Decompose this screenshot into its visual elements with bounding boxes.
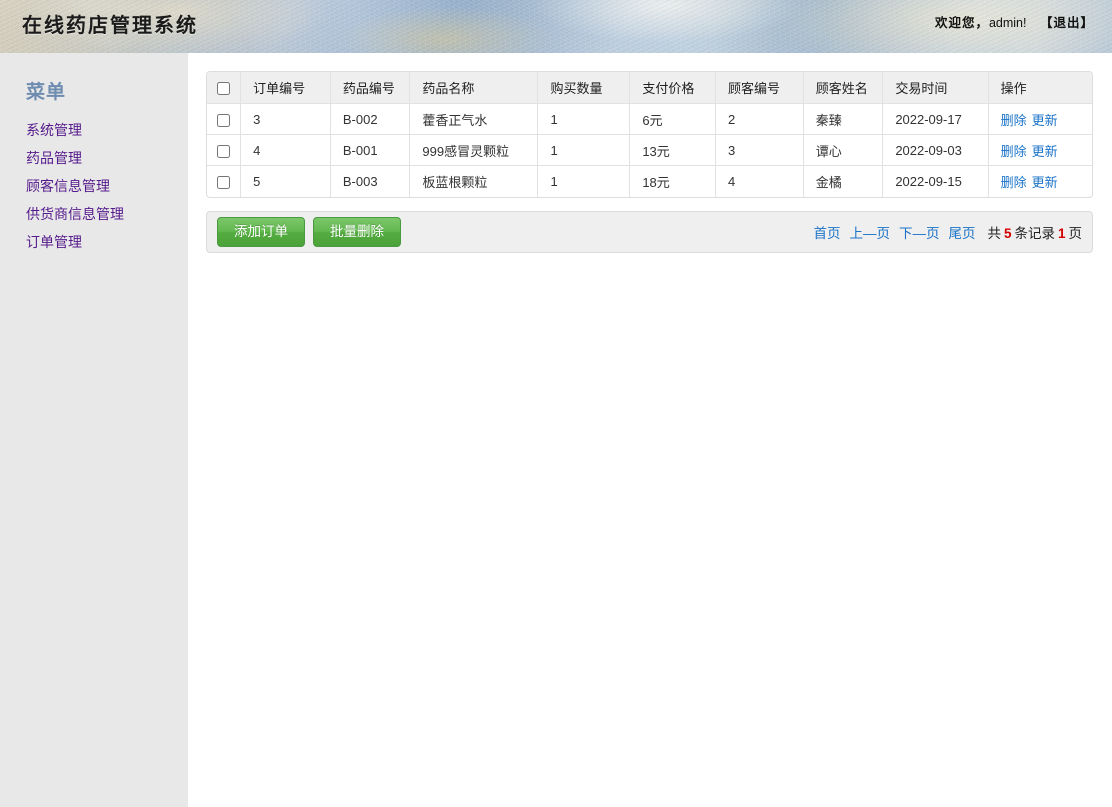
delete-link[interactable]: 删除 <box>1001 144 1027 159</box>
update-link[interactable]: 更新 <box>1032 113 1058 128</box>
table-row: 4 B-001 999感冒灵颗粒 1 13元 3 谭心 2022-09-03 删… <box>207 135 1092 166</box>
sidebar-item-system-management[interactable]: 系统管理 <box>0 118 82 142</box>
update-link[interactable]: 更新 <box>1032 175 1058 190</box>
cell-price: 18元 <box>630 166 717 197</box>
column-header-price: 支付价格 <box>630 72 717 104</box>
delete-link[interactable]: 删除 <box>1001 113 1027 128</box>
sidebar-menu-list: 系统管理 药品管理 顾客信息管理 供货商信息管理 订单管理 <box>0 118 188 254</box>
table-header: 订单编号 药品编号 药品名称 购买数量 支付价格 顾客编号 顾客姓名 交易时间 … <box>207 72 1092 104</box>
cell-price: 6元 <box>630 104 717 135</box>
sidebar-item-order-management[interactable]: 订单管理 <box>0 230 82 254</box>
cell-customer-no: 2 <box>716 104 804 135</box>
table-row: 3 B-002 藿香正气水 1 6元 2 秦臻 2022-09-17 删除 更新 <box>207 104 1092 135</box>
row-checkbox[interactable] <box>217 176 230 190</box>
cell-operations: 删除 更新 <box>988 104 1092 135</box>
pagination-last-link[interactable]: 尾页 <box>948 226 975 241</box>
page-body: 菜单 系统管理 药品管理 顾客信息管理 供货商信息管理 订单管理 订单编号 药品… <box>0 53 1112 807</box>
cell-quantity: 1 <box>538 104 631 135</box>
cell-quantity: 1 <box>538 166 631 197</box>
pagination-page-label: 页 <box>1068 226 1083 241</box>
main-content: 订单编号 药品编号 药品名称 购买数量 支付价格 顾客编号 顾客姓名 交易时间 … <box>188 53 1112 807</box>
column-header-customer-name: 顾客姓名 <box>803 72 884 104</box>
menu-heading: 菜单 <box>26 81 67 103</box>
delete-link[interactable]: 删除 <box>1001 175 1027 190</box>
sidebar: 菜单 系统管理 药品管理 顾客信息管理 供货商信息管理 订单管理 <box>0 53 188 807</box>
row-select-cell <box>207 135 242 166</box>
row-select-cell <box>207 104 242 135</box>
cell-customer-name: 金橘 <box>804 166 884 197</box>
column-header-drug-name: 药品名称 <box>410 72 539 104</box>
cell-customer-name: 谭心 <box>803 135 884 166</box>
cell-drug-name: 999感冒灵颗粒 <box>410 135 539 166</box>
batch-delete-button[interactable]: 批量删除 <box>313 217 401 247</box>
cell-price: 13元 <box>630 135 717 166</box>
cell-drug-no: B-002 <box>330 104 411 135</box>
cell-order-no: 4 <box>241 135 331 166</box>
update-link[interactable]: 更新 <box>1032 144 1058 159</box>
table-header-row: 订单编号 药品编号 药品名称 购买数量 支付价格 顾客编号 顾客姓名 交易时间 … <box>207 72 1092 104</box>
cell-drug-no: B-001 <box>330 135 411 166</box>
column-header-operations: 操作 <box>988 72 1092 104</box>
cell-drug-name: 板蓝根颗粒 <box>410 166 539 197</box>
pagination-prev-link[interactable]: 上—页 <box>849 226 890 241</box>
column-header-customer-no: 顾客编号 <box>716 72 804 104</box>
site-title: 在线药店管理系统 <box>22 13 198 37</box>
pagination-first-link[interactable]: 首页 <box>813 226 840 241</box>
row-checkbox[interactable] <box>217 144 230 158</box>
row-checkbox[interactable] <box>217 113 230 127</box>
cell-operations: 删除 更新 <box>988 135 1092 166</box>
table-toolbar: 添加订单 批量删除 首页 上—页 下—页 尾页共 5 条记录 1 页 <box>206 211 1093 253</box>
site-header: 在线药店管理系统 欢迎您，admin! 【退出】 <box>0 0 1112 53</box>
sidebar-list-item: 系统管理 <box>0 118 188 142</box>
sidebar-list-item: 顾客信息管理 <box>0 174 188 198</box>
pagination-total-count: 5 <box>1003 226 1012 241</box>
cell-drug-name: 藿香正气水 <box>410 104 539 135</box>
cell-operations: 删除 更新 <box>989 166 1092 197</box>
pagination-page-count: 1 <box>1057 226 1066 241</box>
cell-trade-time: 2022-09-15 <box>883 166 989 197</box>
column-header-quantity: 购买数量 <box>538 72 631 104</box>
cell-customer-no: 4 <box>716 166 804 197</box>
cell-customer-no: 3 <box>716 135 804 166</box>
pagination-next-link[interactable]: 下—页 <box>899 226 940 241</box>
column-header-trade-time: 交易时间 <box>883 72 989 104</box>
cell-order-no: 3 <box>241 104 331 135</box>
pagination-total-prefix: 共 <box>987 226 1001 241</box>
select-all-checkbox[interactable] <box>217 82 230 96</box>
sidebar-item-supplier-info-management[interactable]: 供货商信息管理 <box>0 202 124 226</box>
cell-quantity: 1 <box>538 135 631 166</box>
table-row: 5 B-003 板蓝根颗粒 1 18元 4 金橘 2022-09-15 删除 更新 <box>207 166 1092 197</box>
username-text: admin! <box>988 16 1027 30</box>
add-order-button[interactable]: 添加订单 <box>217 217 305 247</box>
column-header-order-no: 订单编号 <box>241 72 331 104</box>
sidebar-list-item: 药品管理 <box>0 146 188 170</box>
orders-table: 订单编号 药品编号 药品名称 购买数量 支付价格 顾客编号 顾客姓名 交易时间 … <box>206 71 1093 198</box>
select-all-header-cell <box>207 72 242 104</box>
column-header-drug-no: 药品编号 <box>330 72 411 104</box>
sidebar-list-item: 供货商信息管理 <box>0 202 188 226</box>
cell-trade-time: 2022-09-17 <box>883 104 989 135</box>
logout-link[interactable]: 【退出】 <box>1040 15 1094 30</box>
cell-drug-no: B-003 <box>331 166 411 197</box>
sidebar-list-item: 订单管理 <box>0 230 188 254</box>
cell-trade-time: 2022-09-03 <box>883 135 989 166</box>
sidebar-item-customer-info-management[interactable]: 顾客信息管理 <box>0 174 110 198</box>
pagination-records-label: 条记录 <box>1014 226 1055 241</box>
pagination: 首页 上—页 下—页 尾页共 5 条记录 1 页 <box>813 222 1082 242</box>
table-body: 3 B-002 藿香正气水 1 6元 2 秦臻 2022-09-17 删除更新 <box>207 104 1092 197</box>
row-select-cell <box>207 166 242 197</box>
cell-customer-name: 秦臻 <box>803 104 884 135</box>
cell-order-no: 5 <box>241 166 331 197</box>
welcome-text: 欢迎您， <box>934 15 989 30</box>
sidebar-item-drug-management[interactable]: 药品管理 <box>0 146 82 170</box>
welcome-box: 欢迎您，admin! 【退出】 <box>935 12 1094 31</box>
